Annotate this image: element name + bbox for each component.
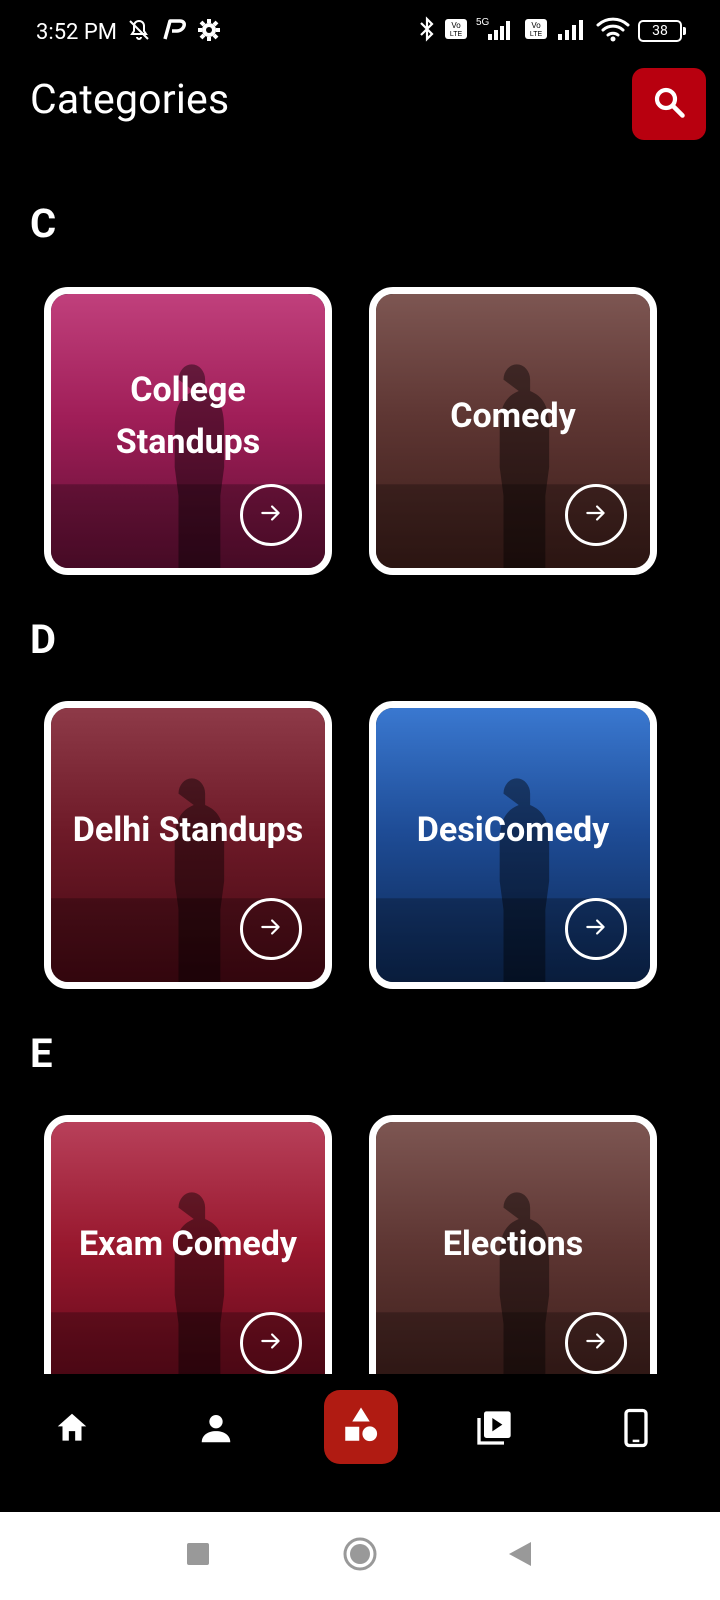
open-category-button[interactable] [240,1312,302,1374]
section-letter-c: C [30,200,57,247]
video-library-icon [474,1408,514,1452]
card-title: Exam Comedy [78,1224,298,1264]
search-icon [651,84,687,124]
category-card-delhi-standups[interactable]: Delhi Standups [44,701,332,989]
svg-text:LTE: LTE [450,31,463,38]
back-icon [507,1540,533,1572]
status-bar: 3:52 PM Vo LTE 5G Vo LTE 38 [0,0,720,66]
card-title: College Standups [115,370,261,462]
volte-icon: Vo LTE [444,18,468,44]
svg-text:Vo: Vo [531,21,541,30]
arrow-right-icon [258,1328,284,1358]
open-category-button[interactable] [565,484,627,546]
recents-icon [186,1542,210,1570]
status-bar-left: 3:52 PM [36,18,221,46]
category-card-comedy[interactable]: Comedy [369,287,657,575]
arrow-right-icon [583,500,609,530]
mute-bell-icon [127,18,151,46]
svg-text:Vo: Vo [451,21,461,30]
arrow-right-icon [258,500,284,530]
open-category-button[interactable] [240,484,302,546]
paytm-icon [161,19,187,45]
section-letter-e: E [30,1030,53,1077]
category-card-college-standups[interactable]: College Standups [44,287,332,575]
profile-icon [197,1409,235,1451]
status-bar-right: Vo LTE 5G Vo LTE 38 [418,16,686,46]
nav-categories[interactable] [324,1390,398,1464]
battery-level: 38 [638,20,682,42]
arrow-right-icon [258,914,284,944]
card-title: Elections [442,1224,584,1264]
open-category-button[interactable] [240,898,302,960]
volte-icon: Vo LTE [524,18,548,44]
nav-home[interactable] [44,1402,100,1458]
nav-profile[interactable] [188,1402,244,1458]
settings-gear-icon [197,18,221,46]
nav-videos[interactable] [466,1402,522,1458]
bluetooth-icon [418,16,436,46]
wifi-icon [596,16,630,46]
home-icon [53,1409,91,1451]
section-letter-d: D [30,616,56,663]
svg-text:LTE: LTE [530,31,543,38]
category-card-elections[interactable]: Elections [369,1115,657,1403]
page-title: Categories [30,76,230,124]
home-circle-icon [342,1536,378,1576]
phone-icon [616,1408,656,1452]
open-category-button[interactable] [565,898,627,960]
home-button[interactable] [340,1536,380,1576]
signal-icon [556,17,588,45]
category-card-desicomedy[interactable]: DesiComedy [369,701,657,989]
card-title: DesiComedy [416,810,610,850]
battery-icon: 38 [638,20,686,42]
card-title: Comedy [450,396,576,436]
nav-device[interactable] [608,1402,664,1458]
5g-signal-icon: 5G [476,16,516,46]
arrow-right-icon [583,914,609,944]
categories-icon [340,1404,382,1450]
status-time: 3:52 PM [36,19,117,45]
card-title: Delhi Standups [72,810,304,850]
open-category-button[interactable] [565,1312,627,1374]
back-button[interactable] [500,1536,540,1576]
recents-button[interactable] [178,1536,218,1576]
category-card-exam-comedy[interactable]: Exam Comedy [44,1115,332,1403]
arrow-right-icon [583,1328,609,1358]
bottom-navigation [0,1374,720,1512]
search-button[interactable] [632,68,706,140]
system-navigation-bar [0,1512,720,1600]
svg-text:5G: 5G [476,17,490,28]
